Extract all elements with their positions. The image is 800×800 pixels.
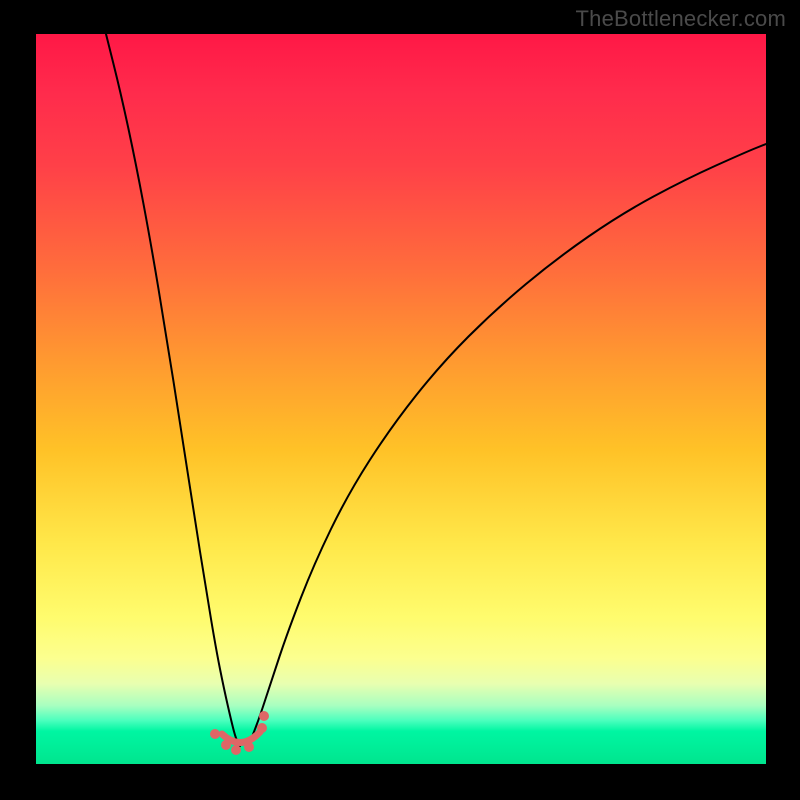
watermark-text: TheBottlenecker.com bbox=[576, 6, 786, 32]
trough-marker bbox=[257, 723, 267, 733]
trough-marker bbox=[259, 711, 269, 721]
left-curve bbox=[106, 34, 240, 746]
trough-marker bbox=[244, 742, 254, 752]
trough-marker bbox=[231, 745, 241, 755]
curve-layer bbox=[36, 34, 766, 764]
trough-marker bbox=[210, 729, 220, 739]
chart-stage: TheBottlenecker.com bbox=[0, 0, 800, 800]
plot-area bbox=[36, 34, 766, 764]
trough-marker bbox=[221, 740, 231, 750]
right-curve bbox=[248, 144, 766, 746]
